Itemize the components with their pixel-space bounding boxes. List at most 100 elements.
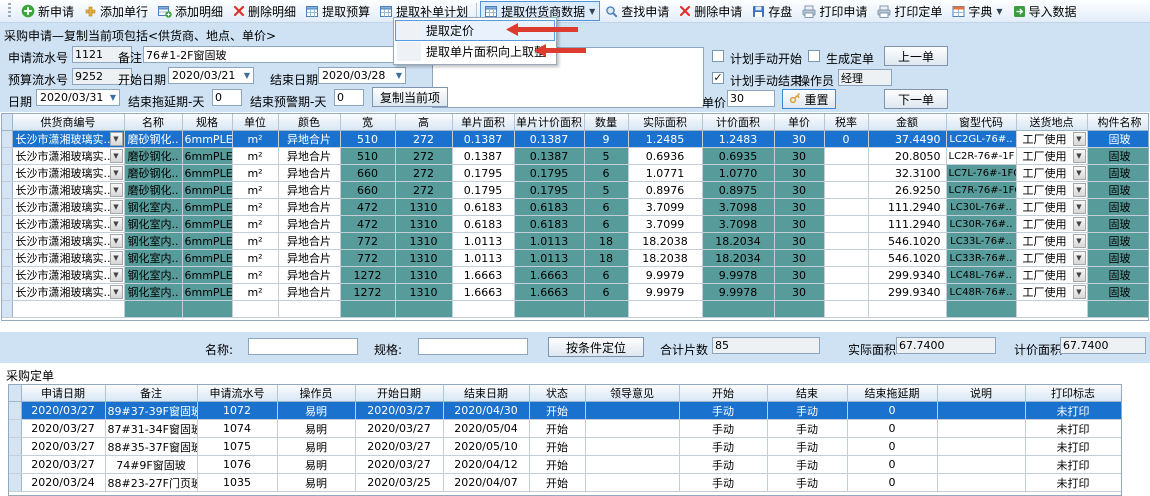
table-cell[interactable]: 工厂使用▼: [1016, 131, 1087, 148]
table-cell[interactable]: 30: [774, 284, 824, 301]
table-cell[interactable]: 固玻: [1087, 182, 1149, 199]
table-cell[interactable]: 30: [774, 216, 824, 233]
table-cell[interactable]: 546.1020: [868, 250, 946, 267]
table-cell[interactable]: 固玻: [1087, 284, 1149, 301]
table-cell[interactable]: 0.1795: [452, 182, 514, 199]
table-cell[interactable]: 18.2034: [702, 250, 774, 267]
table-cell[interactable]: 1.6663: [514, 267, 584, 284]
table-cell[interactable]: 0.1795: [452, 165, 514, 182]
table-row[interactable]: 2020/03/2787#31-34F窗固玻1074易明2020/03/2720…: [9, 420, 1121, 438]
table-cell[interactable]: [824, 148, 868, 165]
table-cell[interactable]: 1072: [197, 402, 277, 420]
table-row[interactable]: 2020/03/2788#35-37F窗固玻1075易明2020/03/2720…: [9, 438, 1121, 456]
toolbar-button-print-order[interactable]: 打印定单: [872, 1, 947, 21]
table-cell[interactable]: 1.0113: [452, 250, 514, 267]
table-cell[interactable]: [585, 474, 679, 492]
generate-order-checkbox[interactable]: [808, 50, 820, 62]
table-cell[interactable]: 0.6183: [514, 199, 584, 216]
table-cell[interactable]: [12, 301, 124, 318]
row-indicator[interactable]: [9, 474, 21, 492]
table-cell[interactable]: m²: [232, 233, 278, 250]
table-cell[interactable]: [232, 301, 278, 318]
column-header[interactable]: 单片面积: [452, 114, 514, 131]
table-row[interactable]: 长沙市潇湘玻璃实..▼钢化室内..6mmPLE..m²异地合片127213101…: [2, 267, 1149, 284]
table-cell[interactable]: 异地合片: [278, 233, 340, 250]
table-cell[interactable]: 20.8050: [868, 148, 946, 165]
table-cell[interactable]: 0: [847, 438, 937, 456]
dropdown-button[interactable]: ▼: [1073, 234, 1086, 248]
table-cell[interactable]: 手动: [767, 402, 847, 420]
table-cell[interactable]: 长沙市潇湘玻璃实..▼: [12, 216, 124, 233]
table-cell[interactable]: 3.7099: [628, 199, 702, 216]
table-cell[interactable]: 未打印: [1025, 420, 1121, 438]
column-header[interactable]: 名称: [124, 114, 182, 131]
table-cell[interactable]: 6mmPLE..: [182, 148, 232, 165]
plan-manual-end-checkbox[interactable]: ✓: [712, 72, 724, 84]
table-cell[interactable]: 26.9250: [868, 182, 946, 199]
dropdown-button[interactable]: ▼: [110, 217, 123, 231]
column-header[interactable]: 申请流水号: [197, 385, 277, 402]
table-cell[interactable]: 1.0770: [702, 165, 774, 182]
table-cell[interactable]: 299.9340: [868, 284, 946, 301]
table-cell[interactable]: [452, 301, 514, 318]
dropdown-button[interactable]: ▼: [110, 285, 123, 299]
table-cell[interactable]: [824, 165, 868, 182]
table-cell[interactable]: 工厂使用▼: [1016, 182, 1087, 199]
dropdown-button[interactable]: ▼: [1073, 268, 1086, 282]
table-cell[interactable]: [937, 438, 1025, 456]
dropdown-button[interactable]: ▼: [110, 149, 123, 163]
table-cell[interactable]: 异地合片: [278, 182, 340, 199]
priced-area-field[interactable]: [1060, 337, 1146, 354]
column-header[interactable]: 说明: [937, 385, 1025, 402]
dropdown-button[interactable]: ▼: [1073, 132, 1086, 146]
table-cell[interactable]: [1087, 301, 1149, 318]
table-cell[interactable]: 工厂使用▼: [1016, 284, 1087, 301]
table-cell[interactable]: [937, 420, 1025, 438]
dropdown-button[interactable]: ▼: [110, 251, 123, 265]
reset-button[interactable]: 重置: [782, 89, 836, 109]
column-header[interactable]: 送货地点: [1016, 114, 1087, 131]
table-cell[interactable]: 660: [340, 182, 395, 199]
table-cell[interactable]: 工厂使用▼: [1016, 199, 1087, 216]
table-cell[interactable]: [937, 456, 1025, 474]
table-cell[interactable]: 0.6935: [702, 148, 774, 165]
end-delay-field[interactable]: [212, 89, 242, 106]
row-indicator[interactable]: [2, 182, 12, 199]
column-header[interactable]: 申请日期: [21, 385, 105, 402]
table-row[interactable]: 长沙市潇湘玻璃实..▼钢化室内..6mmPLE..m²异地合片47213100.…: [2, 216, 1149, 233]
table-cell[interactable]: [395, 301, 452, 318]
table-cell[interactable]: m²: [232, 165, 278, 182]
table-cell[interactable]: 长沙市潇湘玻璃实..▼: [12, 267, 124, 284]
table-cell[interactable]: 固玻: [1087, 199, 1149, 216]
table-cell[interactable]: [824, 250, 868, 267]
table-cell[interactable]: 6mmPLE..: [182, 182, 232, 199]
table-cell[interactable]: 111.2940: [868, 199, 946, 216]
table-cell[interactable]: 0.6936: [628, 148, 702, 165]
column-header[interactable]: 状态: [529, 385, 585, 402]
dropdown-button[interactable]: ▼: [1073, 166, 1086, 180]
table-cell[interactable]: 660: [340, 165, 395, 182]
table-cell[interactable]: 0.1387: [514, 131, 584, 148]
column-header[interactable]: 计价面积: [702, 114, 774, 131]
row-indicator[interactable]: [9, 402, 21, 420]
dropdown-button[interactable]: ▼: [1073, 217, 1086, 231]
dropdown-button[interactable]: ▼: [110, 166, 123, 180]
table-row[interactable]: 长沙市潇湘玻璃实..▼磨砂钢化..6mmPLE..m²异地合片5102720.1…: [2, 131, 1149, 148]
dropdown-button[interactable]: ▼: [1073, 251, 1086, 265]
table-cell[interactable]: 工厂使用▼: [1016, 267, 1087, 284]
table-cell[interactable]: 固玻: [1087, 148, 1149, 165]
table-cell[interactable]: 钢化室内..: [124, 233, 182, 250]
table-cell[interactable]: 9.9978: [702, 267, 774, 284]
table-cell[interactable]: 钢化室内..: [124, 267, 182, 284]
table-cell[interactable]: 2020/05/10: [443, 438, 529, 456]
table-cell[interactable]: 0: [847, 456, 937, 474]
table-cell[interactable]: 工厂使用▼: [1016, 165, 1087, 182]
table-cell[interactable]: 2020/03/27: [355, 456, 443, 474]
table-cell[interactable]: 长沙市潇湘玻璃实..▼: [12, 182, 124, 199]
table-cell[interactable]: [584, 301, 628, 318]
table-cell[interactable]: 易明: [277, 438, 355, 456]
table-cell[interactable]: 手动: [767, 456, 847, 474]
table-cell[interactable]: 磨砂钢化..: [124, 182, 182, 199]
table-cell[interactable]: [824, 216, 868, 233]
table-cell[interactable]: 磨砂钢化..: [124, 165, 182, 182]
